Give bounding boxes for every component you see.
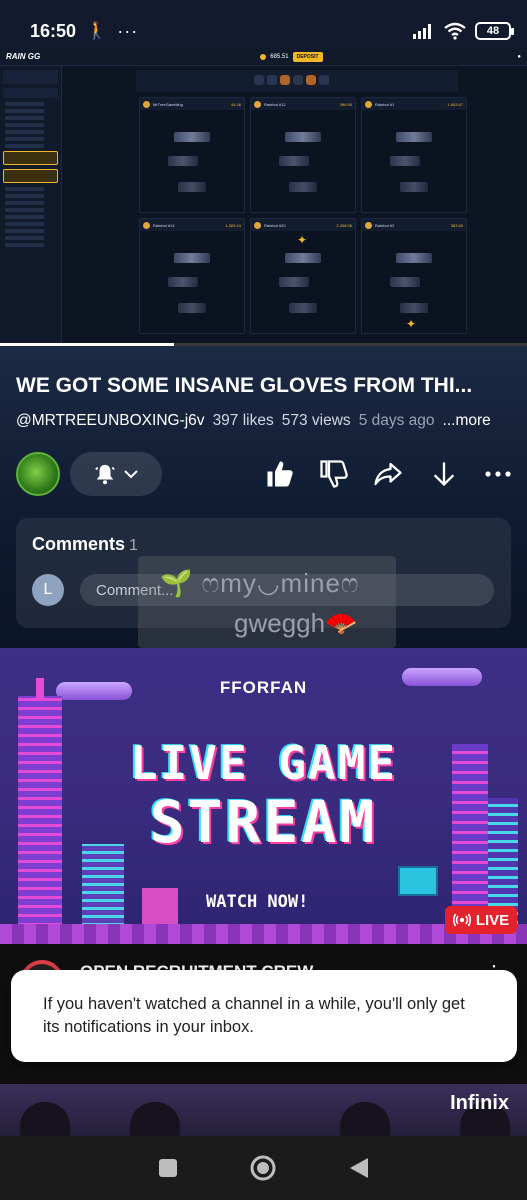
clock: 16:50 — [30, 20, 77, 41]
battle-card: Rainbot #2 383.45 ✦ — [361, 218, 467, 334]
channel-handle[interactable]: @MRTREEUNBOXING-j6v — [16, 412, 205, 430]
battle-card: Rainbot #14 1,369.24 — [139, 218, 245, 334]
site-sidebar — [0, 66, 62, 346]
thumbs-down-icon — [320, 460, 348, 488]
signal-icon — [413, 24, 431, 39]
live-label: LIVE — [475, 911, 510, 929]
triangle-back-icon — [350, 1158, 369, 1178]
card-value: 1,903.57 — [447, 101, 463, 107]
view-count: 573 views — [281, 412, 351, 429]
overlay-text-line2: gweggh🪭 — [234, 608, 358, 638]
battery-icon: 48 — [475, 22, 514, 40]
card-value: 398.95 — [339, 101, 352, 107]
pixel-building — [82, 844, 124, 926]
circle-icon — [250, 1155, 276, 1181]
battle-header — [136, 70, 458, 92]
battery-level: 48 — [486, 25, 500, 37]
balance-value: 685.51 — [270, 53, 289, 60]
battle-card: Rainbot #1 1,903.57 — [361, 97, 467, 213]
sparkle-icon: ✦ — [406, 317, 417, 331]
deposit-button: DEPOSIT — [292, 51, 323, 62]
banner-brand: FFORFAN — [219, 678, 308, 697]
subscribe-bell-button[interactable] — [70, 452, 162, 496]
card-player: Rainbot #2 — [375, 222, 395, 228]
video-player[interactable]: RAIN GG 685.51 DEPOSIT ● MrTreeGambling 44… — [0, 48, 527, 346]
dislike-button[interactable] — [314, 454, 354, 494]
thumbs-up-icon — [267, 461, 293, 487]
battle-card: Rainbot #12 398.95 — [250, 97, 356, 213]
notification-toast: If you haven't watched a channel in a wh… — [11, 970, 517, 1062]
person-silhouette — [130, 1102, 180, 1136]
site-logo: RAIN GG — [6, 52, 41, 61]
pixel-billboard — [398, 866, 438, 896]
battle-grid: MrTreeGambling 44.36 Rainbot #12 398.95 Ra… — [139, 97, 467, 334]
card-player: Rainbot #12 — [264, 101, 286, 107]
bell-icon — [95, 464, 115, 485]
share-icon — [374, 462, 402, 486]
banner-cta: WATCH NOW! — [206, 892, 309, 912]
card-player: MrTreeGambling — [153, 101, 183, 107]
person-silhouette — [340, 1102, 390, 1136]
live-badge: LIVE — [445, 906, 517, 934]
channel-avatar[interactable] — [16, 452, 60, 496]
video-thumbnail[interactable]: Infinix — [0, 1084, 527, 1136]
chevron-down-icon — [124, 470, 138, 479]
home-button[interactable] — [243, 1148, 283, 1188]
more-link[interactable]: ...more — [443, 412, 491, 430]
comments-heading-label: Comments — [32, 534, 126, 554]
banner-headline-2: STREAM — [149, 788, 378, 856]
more-options-button[interactable] — [478, 454, 518, 494]
action-row — [16, 452, 516, 496]
square-icon — [158, 1159, 177, 1177]
battle-card: MrTreeGambling 44.36 — [139, 97, 245, 213]
comments-count: 1 — [129, 537, 138, 554]
share-button[interactable] — [368, 454, 408, 494]
card-player: Rainbot #1 — [375, 101, 395, 107]
site-balance: 685.51 DEPOSIT — [260, 51, 323, 62]
video-title[interactable]: WE GOT SOME INSANE GLOVES FROM THI... — [16, 374, 512, 398]
card-value: 2,408.96 — [336, 222, 352, 228]
comments-heading: Comments 1 — [32, 534, 138, 555]
site-topbar: RAIN GG 685.51 DEPOSIT ● — [0, 48, 527, 66]
live-broadcast-icon — [452, 913, 471, 927]
upload-age: 5 days ago — [358, 412, 435, 429]
system-nav-bar — [0, 1136, 527, 1200]
battle-card: Rainbot #20 2,408.96 ✦ — [250, 218, 356, 334]
walking-icon: 🚶 — [86, 21, 108, 40]
thumbnail-brand: Infinix — [450, 1092, 509, 1114]
user-avatar: L — [32, 574, 64, 606]
more-dots-icon: ··· — [117, 20, 139, 41]
banner-headline-1: LIVE GAME — [129, 736, 398, 790]
card-value: 383.45 — [450, 222, 463, 228]
more-horizontal-icon — [485, 471, 511, 477]
download-icon — [433, 462, 455, 487]
back-button[interactable] — [339, 1148, 379, 1188]
recents-button[interactable] — [148, 1148, 188, 1188]
overlay-text-line1: 🌱 ෆmy◡mineෆ — [160, 568, 360, 598]
live-stream-thumbnail[interactable]: FFORFAN LIVE GAME STREAM WATCH NOW! LIVE — [0, 648, 527, 944]
like-count: 397 likes — [212, 412, 274, 429]
sparkle-icon: ✦ — [297, 233, 308, 247]
coin-icon — [260, 53, 267, 60]
person-silhouette — [20, 1102, 70, 1136]
pixel-shop — [142, 888, 178, 924]
download-button[interactable] — [424, 454, 464, 494]
card-player: Rainbot #20 — [264, 222, 286, 228]
wifi-icon — [444, 22, 466, 40]
card-value: 44.36 — [230, 101, 241, 107]
card-value: 1,369.24 — [225, 222, 241, 228]
video-info-panel: WE GOT SOME INSANE GLOVES FROM THI... @M… — [0, 346, 527, 648]
site-user-avatar: ● — [517, 53, 521, 60]
like-button[interactable] — [260, 454, 300, 494]
card-player: Rainbot #14 — [153, 222, 175, 228]
site-battle-area: MrTreeGambling 44.36 Rainbot #12 398.95 Ra… — [136, 70, 467, 342]
video-meta[interactable]: @MRTREEUNBOXING-j6v 397 likes 573 views … — [16, 412, 491, 430]
